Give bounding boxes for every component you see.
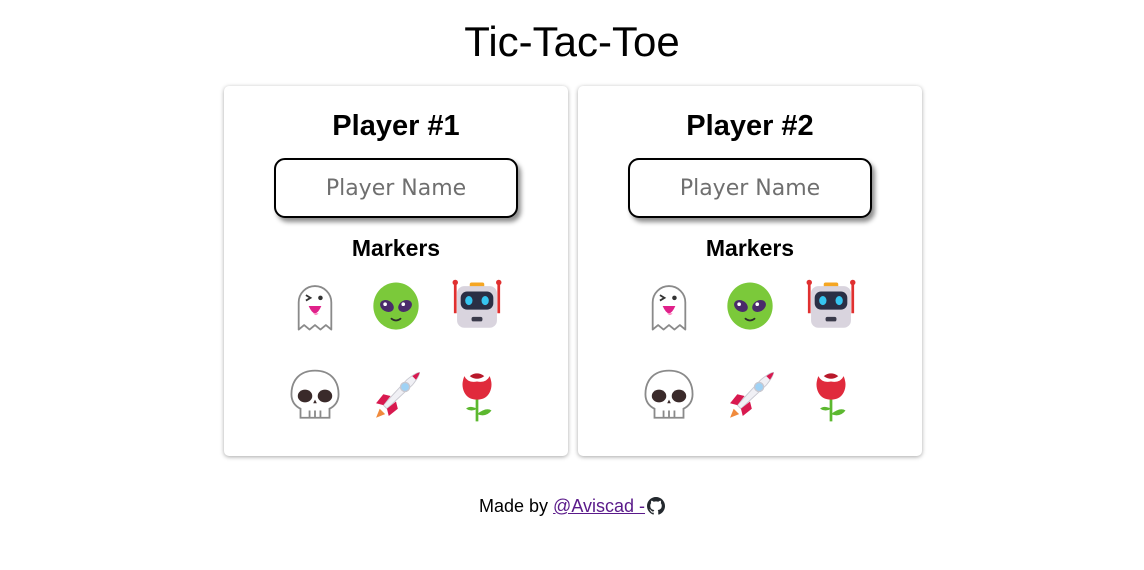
- marker-rocket[interactable]: [709, 366, 790, 426]
- player-cards: Player #1 Markers Player #2 Markers: [224, 86, 922, 456]
- footer: Made by @Aviscad -: [0, 494, 1144, 518]
- player-card-2: Player #2 Markers: [578, 86, 922, 456]
- page-title: Tic-Tac-Toe: [464, 18, 680, 65]
- marker-rose[interactable]: [791, 366, 872, 426]
- markers-heading: Markers: [705, 235, 795, 261]
- skull-icon: [286, 367, 344, 425]
- author-link-text: @Aviscad -: [553, 496, 646, 516]
- robot-icon: [448, 277, 506, 335]
- github-icon: [647, 497, 665, 515]
- player-heading: Player #2: [686, 110, 814, 142]
- marker-grid: [274, 276, 518, 426]
- rocket-icon: [367, 367, 425, 425]
- ghost-icon: [286, 277, 344, 335]
- marker-grid: [628, 276, 872, 426]
- alien-icon: [721, 277, 779, 335]
- marker-robot[interactable]: [791, 276, 872, 336]
- player-heading: Player #1: [332, 110, 460, 142]
- author-link[interactable]: @Aviscad -: [553, 496, 665, 516]
- alien-icon: [367, 277, 425, 335]
- markers-heading: Markers: [351, 235, 441, 261]
- marker-alien[interactable]: [709, 276, 790, 336]
- robot-icon: [802, 277, 860, 335]
- player-name-input[interactable]: [274, 158, 518, 218]
- marker-skull[interactable]: [274, 366, 355, 426]
- skull-icon: [640, 367, 698, 425]
- marker-rocket[interactable]: [355, 366, 436, 426]
- marker-robot[interactable]: [437, 276, 518, 336]
- marker-ghost[interactable]: [628, 276, 709, 336]
- marker-skull[interactable]: [628, 366, 709, 426]
- player-name-input[interactable]: [628, 158, 872, 218]
- marker-ghost[interactable]: [274, 276, 355, 336]
- rose-icon: [802, 367, 860, 425]
- marker-alien[interactable]: [355, 276, 436, 336]
- marker-rose[interactable]: [437, 366, 518, 426]
- rose-icon: [448, 367, 506, 425]
- footer-prefix: Made by: [478, 496, 549, 516]
- rocket-icon: [721, 367, 779, 425]
- ghost-icon: [640, 277, 698, 335]
- player-card-1: Player #1 Markers: [224, 86, 568, 456]
